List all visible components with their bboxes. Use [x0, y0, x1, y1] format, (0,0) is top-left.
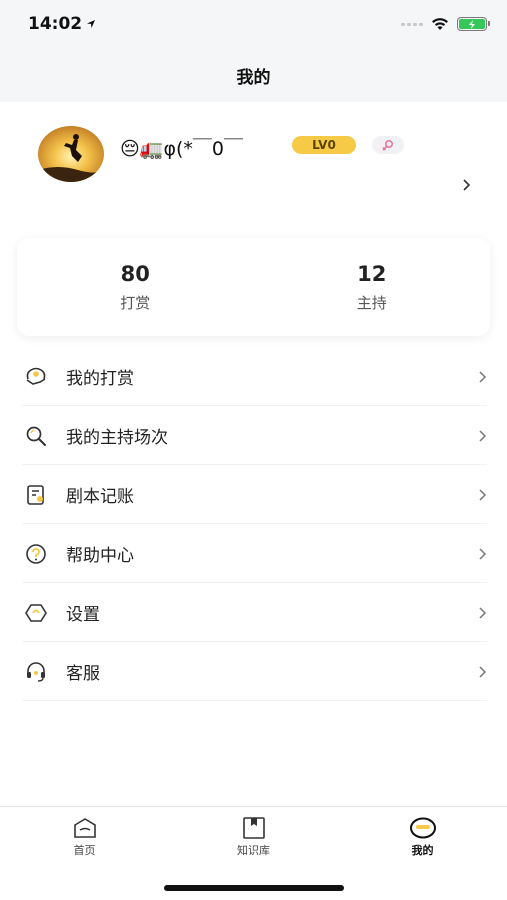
tab-bar: 首页 知识库 我的: [0, 806, 507, 900]
battery-fill: [459, 19, 485, 29]
search-icon: [22, 422, 50, 450]
page-title: 我的: [236, 67, 271, 88]
location-arrow-icon: [87, 20, 96, 28]
settings-menu: 我的打赏 我的主持场次 剧本记账 帮助中心 设置 客服: [0, 347, 507, 701]
avatar-sunset-image: [38, 126, 104, 182]
stat-value: 80: [120, 261, 150, 286]
ledger-icon: [22, 481, 50, 509]
status-time: 14:02: [28, 14, 96, 34]
stat-value: 12: [357, 261, 387, 286]
menu-item-label: 剧本记账: [66, 487, 134, 507]
tab-mine[interactable]: 我的: [338, 807, 507, 863]
tab-home[interactable]: 首页: [0, 807, 169, 863]
profile-header[interactable]: 😔🚛φ(*￣0￣ LV0: [0, 102, 507, 232]
tab-label: 我的: [411, 843, 434, 857]
status-indicators: [401, 17, 490, 31]
reward-icon: [22, 363, 50, 391]
menu-item-my-rewards[interactable]: 我的打赏: [0, 347, 507, 406]
wifi-icon: [432, 18, 448, 30]
menu-item-settings[interactable]: 设置: [0, 583, 507, 642]
book-icon: [242, 816, 265, 839]
charging-bolt-icon: [469, 19, 475, 29]
menu-item-help-center[interactable]: 帮助中心: [0, 524, 507, 583]
gender-badge: [372, 136, 404, 154]
username: 😔🚛φ(*￣0￣: [120, 138, 243, 160]
settings-icon: [22, 599, 50, 627]
stats-card: 80 打赏 12 主持: [17, 238, 490, 336]
chevron-right-icon: [479, 606, 487, 619]
chevron-right-icon[interactable]: [461, 178, 471, 192]
menu-item-label: 帮助中心: [66, 546, 134, 566]
status-time-text: 14:02: [28, 14, 83, 34]
level-badge: LV0: [292, 136, 356, 154]
tab-label: 知识库: [237, 843, 270, 857]
menu-item-my-hosting-sessions[interactable]: 我的主持场次: [0, 406, 507, 465]
tab-label: 首页: [73, 843, 96, 857]
home-indicator[interactable]: [164, 885, 344, 891]
chevron-right-icon: [479, 370, 487, 383]
avatar[interactable]: [38, 126, 104, 182]
stat-label: 打赏: [120, 293, 151, 312]
stat-label: 主持: [356, 293, 387, 312]
stat-rewards[interactable]: 80 打赏: [17, 238, 254, 336]
chevron-right-icon: [479, 665, 487, 678]
menu-item-label: 我的打赏: [66, 369, 134, 389]
stat-hosting[interactable]: 12 主持: [254, 238, 491, 336]
chevron-right-icon: [479, 547, 487, 560]
battery-icon: [457, 17, 490, 31]
menu-item-label: 我的主持场次: [66, 428, 168, 448]
navigation-bar: 我的: [0, 48, 507, 102]
status-bar: 14:02: [0, 0, 507, 48]
headset-icon: [22, 658, 50, 686]
profile-icon: [409, 817, 436, 838]
home-icon: [73, 817, 96, 838]
menu-item-label: 客服: [66, 664, 100, 684]
menu-item-script-ledger[interactable]: 剧本记账: [0, 465, 507, 524]
chevron-right-icon: [479, 488, 487, 501]
tab-knowledge-base[interactable]: 知识库: [169, 807, 338, 863]
female-icon: [382, 139, 394, 151]
chevron-right-icon: [479, 429, 487, 442]
menu-item-customer-service[interactable]: 客服: [0, 642, 507, 701]
help-icon: [22, 540, 50, 568]
cellular-signal-icon: [401, 22, 423, 26]
menu-item-label: 设置: [66, 605, 100, 625]
